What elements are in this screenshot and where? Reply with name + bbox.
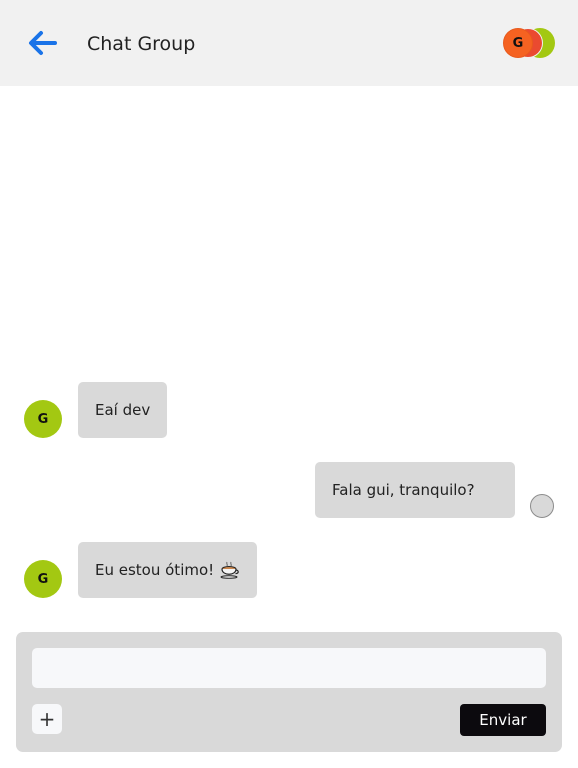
participant-avatars[interactable]: G — [503, 28, 555, 60]
message-composer: + Enviar — [16, 632, 562, 752]
message-text: Fala gui, tranquilo? — [332, 481, 475, 499]
avatar: G — [24, 560, 62, 598]
avatar: G — [24, 400, 62, 438]
message-list: G Eaí dev Fala gui, tranquilo? G Eu esto… — [0, 86, 578, 626]
message-bubble: Eu estou ótimo! — [78, 542, 258, 598]
plus-icon: + — [38, 707, 56, 731]
message-text: Eaí dev — [95, 401, 151, 419]
participant-avatar: G — [503, 28, 533, 58]
message-bubble: Fala gui, tranquilo? — [315, 462, 515, 518]
chat-app: Chat Group G G Eaí dev Fala gui, tranqui… — [0, 0, 578, 768]
arrow-left-icon — [29, 31, 57, 55]
chat-header: Chat Group G — [0, 0, 578, 86]
add-attachment-button[interactable]: + — [32, 704, 62, 734]
send-button[interactable]: Enviar — [460, 704, 546, 736]
chat-title: Chat Group — [87, 33, 196, 55]
message-text: Eu estou ótimo! — [95, 561, 215, 579]
hot-beverage-icon — [220, 561, 240, 579]
message-bubble: Eaí dev — [78, 382, 168, 438]
message-input[interactable] — [32, 648, 546, 688]
avatar — [530, 494, 554, 518]
back-button[interactable] — [26, 27, 60, 59]
